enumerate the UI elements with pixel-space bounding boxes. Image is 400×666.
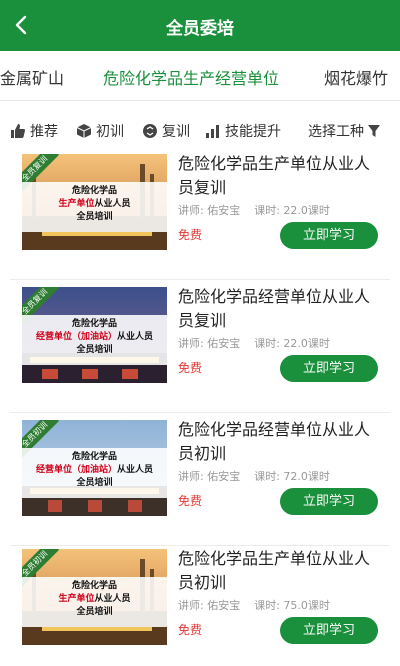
course-title[interactable]: 危险化学品经营单位从业人员初训 [178,418,383,466]
cube-icon [76,124,92,138]
thumb-line3: 全员培训 [76,212,113,222]
course-teacher: 讲师: 佑安宝 [178,470,241,483]
course-meta: 讲师: 佑安宝 课时: 72.0课时 [178,468,330,484]
page-title: 全员委培 [166,19,234,39]
filter-initial[interactable]: 初训 [76,121,124,141]
course-teacher: 讲师: 佑安宝 [178,599,241,612]
course-card[interactable]: 全员复训 危险化学品 经营单位（加油站）从业人员 全员培训 危险化学品经营单位从… [10,283,390,413]
filter-bar: 推荐 初训 复训 技能提升 选择工种 [0,101,400,147]
course-card[interactable]: 全员复训 危险化学品 生产单位从业人员 全员培训 危险化学品生产单位从业人员复训… [10,150,390,280]
thumb-line3: 全员培训 [76,478,113,488]
thumb-line2: 经营单位（加油站）从业人员 [35,332,154,342]
filter-recommend[interactable]: 推荐 [10,121,58,141]
study-now-button[interactable]: 立即学习 [280,488,378,515]
tab-hazardous-chemicals[interactable]: 危险化学品生产经营单位 [103,65,279,89]
course-hours: 课时: 72.0课时 [254,470,330,483]
thumb-line2: 生产单位从业人员 [58,199,131,209]
course-card[interactable]: 全员初训 危险化学品 生产单位从业人员 全员培训 危险化学品生产单位从业人员初训… [10,545,390,666]
thumb-line1: 危险化学品 [71,319,117,329]
course-thumbnail: 全员复训 危险化学品 经营单位（加油站）从业人员 全员培训 [22,287,167,383]
thumb-line2: 经营单位（加油站）从业人员 [35,465,154,475]
thumb-line1: 危险化学品 [71,581,117,591]
tab-fireworks[interactable]: 烟花爆竹 [324,65,388,89]
course-hours: 课时: 22.0课时 [254,337,330,350]
course-thumbnail: 全员初训 危险化学品 经营单位（加油站）从业人员 全员培训 [22,420,167,516]
thumb-line3: 全员培训 [76,345,113,355]
filter-select-type-label: 选择工种 [308,124,364,140]
filter-retrain[interactable]: 复训 [142,121,190,141]
course-meta: 讲师: 佑安宝 课时: 22.0课时 [178,202,330,218]
course-meta: 讲师: 佑安宝 课时: 75.0课时 [178,597,330,613]
course-thumbnail: 全员复训 危险化学品 生产单位从业人员 全员培训 [22,154,167,250]
course-price: 免费 [178,228,203,242]
filter-recommend-label: 推荐 [30,124,58,140]
course-title[interactable]: 危险化学品经营单位从业人员复训 [178,285,383,333]
course-teacher: 讲师: 佑安宝 [178,204,241,217]
filter-select-type[interactable]: 选择工种 [308,121,384,141]
filter-initial-label: 初训 [96,124,124,140]
thumb-line2: 生产单位从业人员 [58,594,131,604]
bar-chart-icon [206,125,219,138]
course-price: 免费 [178,623,203,637]
filter-icon [368,125,380,137]
course-teacher: 讲师: 佑安宝 [178,337,241,350]
tab-non-metal-mine[interactable]: 非金属矿山 [0,65,64,89]
course-meta: 讲师: 佑安宝 课时: 22.0课时 [178,335,330,351]
thumbs-up-icon [11,124,25,138]
course-thumbnail: 全员初训 危险化学品 生产单位从业人员 全员培训 [22,549,167,645]
filter-skill[interactable]: 技能提升 [205,121,281,141]
course-hours: 课时: 22.0课时 [254,204,330,217]
filter-skill-label: 技能提升 [225,124,281,140]
course-title[interactable]: 危险化学品生产单位从业人员初训 [178,547,383,595]
study-now-button[interactable]: 立即学习 [280,222,378,249]
study-now-button[interactable]: 立即学习 [280,617,378,644]
recycle-icon [143,124,157,138]
course-card[interactable]: 全员初训 危险化学品 经营单位（加油站）从业人员 全员培训 危险化学品经营单位从… [10,416,390,546]
thumb-line1: 危险化学品 [71,186,117,196]
study-now-button[interactable]: 立即学习 [280,355,378,382]
course-title[interactable]: 危险化学品生产单位从业人员复训 [178,152,383,200]
top-bar: 全员委培 [0,0,400,51]
thumb-line3: 全员培训 [76,607,113,617]
thumb-line1: 危险化学品 [71,452,117,462]
course-hours: 课时: 75.0课时 [254,599,330,612]
course-price: 免费 [178,361,203,375]
course-price: 免费 [178,494,203,508]
filter-retrain-label: 复训 [162,124,190,140]
category-tabs: 非金属矿山 危险化学品生产经营单位 烟花爆竹 [0,51,400,101]
